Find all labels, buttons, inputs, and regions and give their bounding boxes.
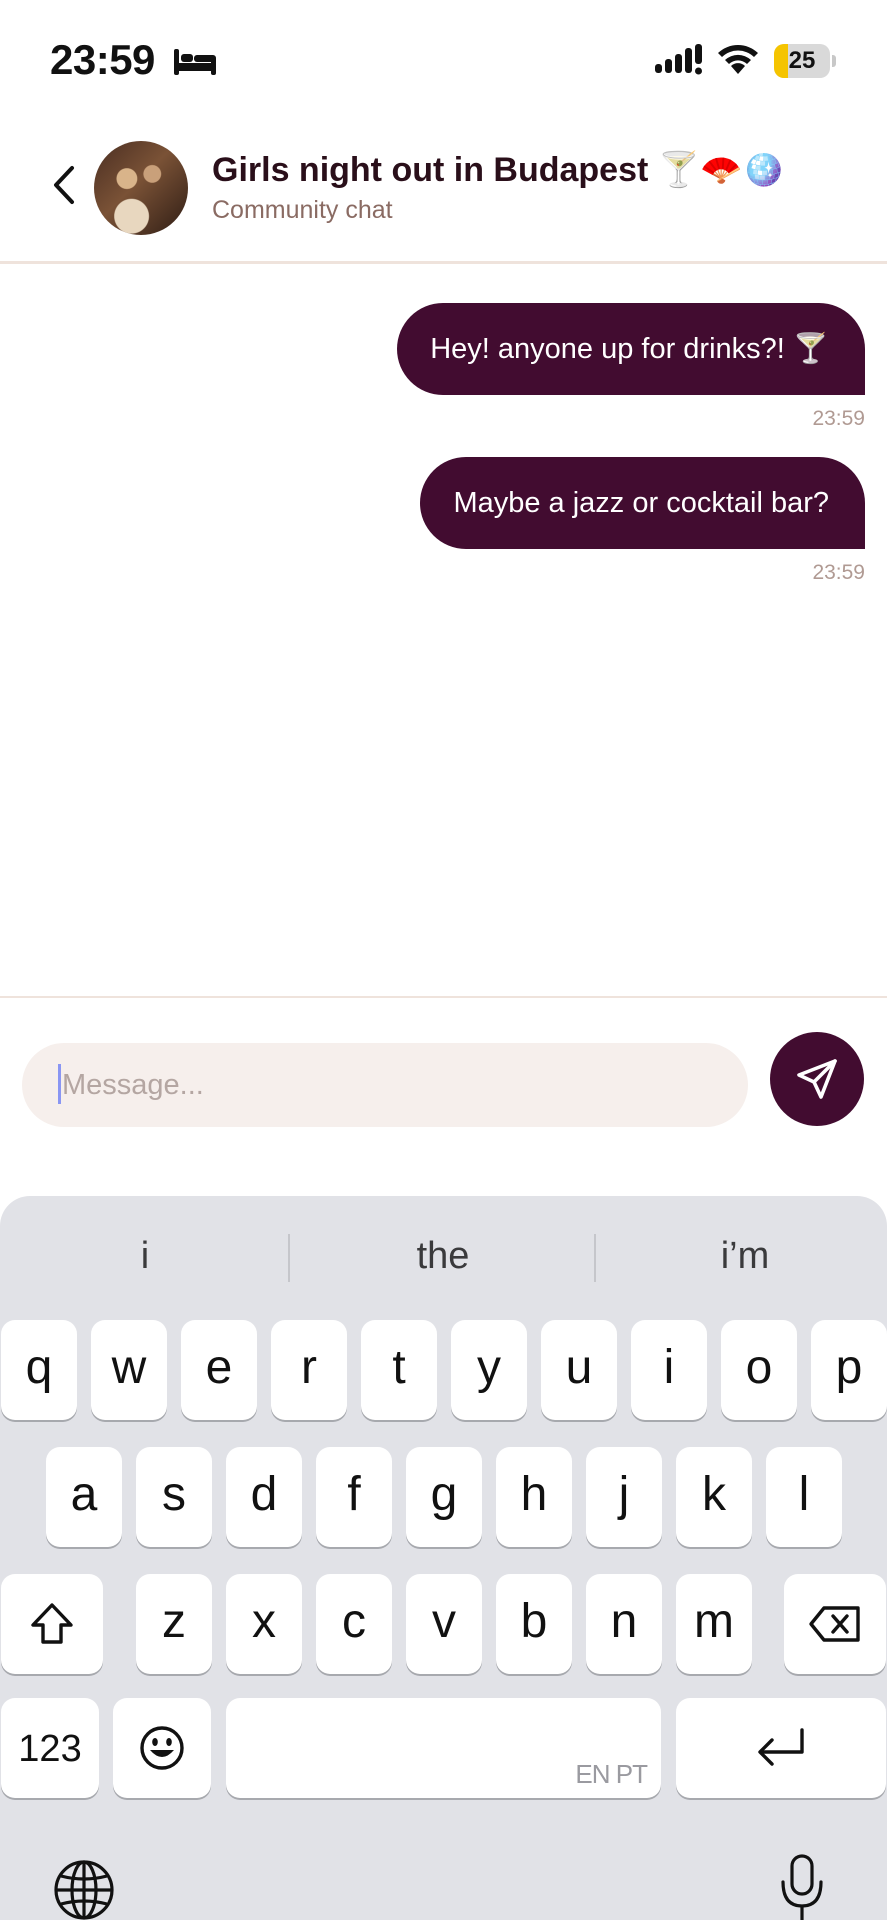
message-item: Hey! anyone up for drinks?! 🍸 23:59 — [397, 303, 865, 430]
emoji-key[interactable] — [113, 1698, 211, 1798]
key-h[interactable]: h — [496, 1447, 572, 1547]
backspace-icon — [809, 1606, 860, 1642]
emoji-icon — [140, 1726, 184, 1770]
key-g[interactable]: g — [406, 1447, 482, 1547]
wifi-icon — [718, 45, 758, 74]
numbers-key[interactable]: 123 — [1, 1698, 99, 1798]
battery-level: 25 — [788, 47, 816, 74]
key-u[interactable]: u — [541, 1320, 617, 1420]
suggestion-bar: i the i’m — [0, 1226, 887, 1286]
key-r[interactable]: r — [271, 1320, 347, 1420]
key-e[interactable]: e — [181, 1320, 257, 1420]
message-time: 23:59 — [812, 561, 865, 584]
message-list[interactable]: Hey! anyone up for drinks?! 🍸 23:59 Mayb… — [0, 267, 887, 997]
key-t[interactable]: t — [361, 1320, 437, 1420]
key-s[interactable]: s — [136, 1447, 212, 1547]
chat-subtitle: Community chat — [212, 196, 393, 224]
battery-icon: 25 — [774, 44, 836, 78]
microphone-icon[interactable] — [778, 1854, 826, 1920]
key-f[interactable]: f — [316, 1447, 392, 1547]
key-n[interactable]: n — [586, 1574, 662, 1674]
suggestion-item[interactable]: the — [298, 1226, 588, 1286]
keyboard: i the i’m q w e r t y u i o p a s d f g … — [0, 1196, 887, 1920]
bed-icon — [174, 49, 216, 75]
key-v[interactable]: v — [406, 1574, 482, 1674]
key-o[interactable]: o — [721, 1320, 797, 1420]
suggestion-item[interactable]: i — [0, 1226, 290, 1286]
delete-key[interactable] — [784, 1574, 886, 1674]
battery-body: 25 — [774, 44, 830, 78]
chevron-left-icon[interactable] — [46, 160, 82, 210]
keyboard-languages: EN PT — [575, 1759, 648, 1789]
return-key[interactable] — [676, 1698, 886, 1798]
status-time: 23:59 — [50, 36, 155, 83]
shift-icon — [31, 1603, 73, 1644]
key-d[interactable]: d — [226, 1447, 302, 1547]
key-q[interactable]: q — [1, 1320, 77, 1420]
key-c[interactable]: c — [316, 1574, 392, 1674]
text-caret — [58, 1064, 61, 1104]
key-i[interactable]: i — [631, 1320, 707, 1420]
key-z[interactable]: z — [136, 1574, 212, 1674]
message-time: 23:59 — [812, 407, 865, 430]
key-m[interactable]: m — [676, 1574, 752, 1674]
send-icon — [797, 1059, 837, 1099]
globe-icon[interactable] — [52, 1858, 116, 1920]
suggestion-divider — [288, 1234, 290, 1282]
message-input[interactable] — [22, 1043, 748, 1127]
send-button[interactable] — [770, 1032, 864, 1126]
key-a[interactable]: a — [46, 1447, 122, 1547]
suggestion-divider — [594, 1234, 596, 1282]
group-avatar[interactable] — [94, 141, 188, 235]
message-bubble[interactable]: Maybe a jazz or cocktail bar? — [420, 457, 865, 549]
numbers-key-label: 123 — [18, 1728, 82, 1770]
key-y[interactable]: y — [451, 1320, 527, 1420]
key-l[interactable]: l — [766, 1447, 842, 1547]
message-bubble[interactable]: Hey! anyone up for drinks?! 🍸 — [397, 303, 865, 395]
shift-key[interactable] — [1, 1574, 103, 1674]
chat-title: Girls night out in Budapest 🍸🪭🪩 — [212, 151, 785, 189]
key-x[interactable]: x — [226, 1574, 302, 1674]
status-bar: 23:59 25 — [0, 0, 887, 120]
key-w[interactable]: w — [91, 1320, 167, 1420]
key-j[interactable]: j — [586, 1447, 662, 1547]
composer-bar — [0, 996, 887, 1196]
chat-header: Girls night out in Budapest 🍸🪭🪩 Communit… — [0, 120, 887, 264]
message-item: Maybe a jazz or cocktail bar? 23:59 — [420, 457, 865, 584]
key-b[interactable]: b — [496, 1574, 572, 1674]
signal-icon — [655, 44, 702, 75]
battery-cap — [832, 55, 836, 67]
key-k[interactable]: k — [676, 1447, 752, 1547]
key-p[interactable]: p — [811, 1320, 887, 1420]
suggestion-item[interactable]: i’m — [600, 1226, 887, 1286]
return-icon — [758, 1728, 804, 1766]
space-key[interactable]: EN PT — [226, 1698, 661, 1798]
